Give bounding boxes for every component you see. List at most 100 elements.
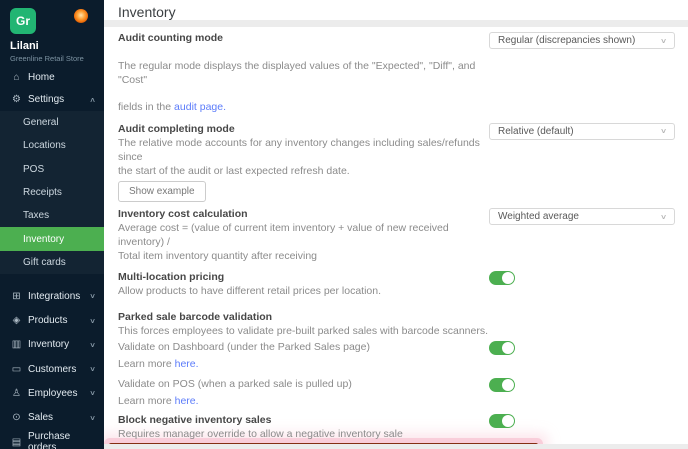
sidebar-item-sales[interactable]: ⊙ Sales ∨ xyxy=(0,406,104,430)
sidebar-item-purchase-orders[interactable]: ▤ Purchase orders xyxy=(0,430,104,449)
sidebar-item-label: Locations xyxy=(23,140,66,152)
show-example-button[interactable]: Show example xyxy=(118,181,206,203)
sidebar-item-label: Gift cards xyxy=(23,256,66,268)
setting-title: Parked sale barcode validation xyxy=(118,310,273,323)
setting-audit-completing-mode: Audit completing mode The relative mode … xyxy=(118,122,675,203)
setting-audit-counting-mode: Audit counting mode The regular mode dis… xyxy=(118,32,675,115)
sidebar-item-taxes[interactable]: Taxes xyxy=(0,204,104,227)
store-logo-text: Gr xyxy=(15,14,30,28)
setting-automatic-restock-annotation-box: Automatic restock for refunded cannabis … xyxy=(109,443,538,444)
customer-card-icon: ▭ xyxy=(11,363,22,375)
setting-description: The relative mode accounts for any inven… xyxy=(118,136,480,177)
sidebar-item-home[interactable]: ⌂ Home xyxy=(0,67,104,88)
chevron-up-icon: ∧ xyxy=(89,96,96,104)
sidebar-item-employees[interactable]: ♙ Employees ∨ xyxy=(0,381,104,405)
setting-title: Multi-location pricing xyxy=(118,270,225,283)
home-icon: ⌂ xyxy=(13,72,20,83)
recording-indicator-icon xyxy=(74,9,88,23)
multi-location-pricing-toggle[interactable] xyxy=(489,270,516,285)
sidebar-item-label: Employees xyxy=(28,387,78,399)
block-negative-inventory-toggle[interactable] xyxy=(489,414,516,429)
setting-block-negative-inventory-sales: Block negative inventory sales Requires … xyxy=(118,414,675,442)
store-logo[interactable]: Gr xyxy=(10,8,36,34)
sidebar-sections: ⊞ Integrations ∨ ◈ Products ∨ ▥ Inventor… xyxy=(0,284,104,449)
sidebar-item-label: Taxes xyxy=(23,210,50,222)
setting-title: Audit counting mode xyxy=(118,32,223,44)
learn-more-text: Learn more xyxy=(118,395,175,408)
setting-title: Audit completing mode xyxy=(118,122,235,135)
sidebar-item-receipts[interactable]: Receipts xyxy=(0,181,104,204)
sub-setting-label: Validate on Dashboard (under the Parked … xyxy=(118,341,370,354)
learn-more-text: Learn more xyxy=(118,358,175,371)
sidebar-item-label: Inventory xyxy=(23,233,65,245)
learn-more-link[interactable]: here. xyxy=(175,395,199,407)
header-divider xyxy=(104,20,688,27)
store-name: Greenline Retail Store xyxy=(10,54,84,63)
sidebar-item-inventory-section[interactable]: ▥ Inventory ∨ xyxy=(0,333,104,357)
sidebar-nav: ⌂ Home ⚙ Settings ∧ General Locations PO… xyxy=(0,67,104,449)
tag-icon: ◈ xyxy=(12,315,21,327)
setting-inventory-cost-calculation: Inventory cost calculation Average cost … xyxy=(118,208,675,263)
chevron-down-icon: ∨ xyxy=(89,317,96,325)
chevron-down-icon: ∨ xyxy=(659,37,668,45)
learn-more-line: Learn more here. xyxy=(118,395,675,407)
sidebar-item-inventory-active[interactable]: Inventory xyxy=(0,227,104,251)
audit-completing-mode-select[interactable]: Relative (default) ∨ xyxy=(489,122,675,140)
toggle-knob xyxy=(502,415,515,428)
dollar-circle-icon: ⊙ xyxy=(12,412,21,424)
audit-counting-mode-select[interactable]: Regular (discrepancies shown) ∨ xyxy=(489,32,675,49)
sidebar-item-label: Integrations xyxy=(28,290,81,302)
sidebar-item-label: Home xyxy=(28,72,55,83)
setting-description: Average cost = (value of current item in… xyxy=(118,222,449,262)
chevron-down-icon: ∨ xyxy=(89,414,96,422)
validate-on-dashboard-toggle[interactable] xyxy=(489,341,516,356)
chevron-down-icon: ∨ xyxy=(659,213,668,221)
page-header: Inventory xyxy=(104,0,688,20)
chevron-down-icon: ∨ xyxy=(89,293,96,301)
sidebar-item-label: Products xyxy=(28,315,68,327)
description-text: fields in the xyxy=(118,101,175,114)
clipboard-icon: ▤ xyxy=(11,436,22,448)
sidebar-item-general[interactable]: General xyxy=(0,111,104,134)
main-panel: Inventory Audit counting mode The regula… xyxy=(104,0,688,449)
setting-description: Allow products to have different retail … xyxy=(118,284,382,297)
chevron-down-icon: ∨ xyxy=(89,341,96,349)
sidebar-item-label: Settings xyxy=(28,94,65,105)
validate-on-pos-toggle[interactable] xyxy=(489,378,516,393)
setting-parked-sale-barcode-validation: Parked sale barcode validation This forc… xyxy=(118,310,675,407)
learn-more-link[interactable]: here. xyxy=(175,358,199,370)
validate-on-pos-setting: Validate on POS (when a parked sale is p… xyxy=(118,378,675,407)
sidebar-item-label: Sales xyxy=(28,412,54,424)
sidebar-item-locations[interactable]: Locations xyxy=(0,134,104,157)
toggle-knob xyxy=(502,271,515,284)
sidebar-item-gift-cards[interactable]: Gift cards xyxy=(0,251,104,274)
sidebar-item-label: Receipts xyxy=(23,187,62,199)
person-icon: ♙ xyxy=(12,387,21,399)
sidebar-item-pos[interactable]: POS xyxy=(0,158,104,181)
sidebar-item-customers[interactable]: ▭ Customers ∨ xyxy=(0,357,104,381)
setting-description: The regular mode displays the displayed … xyxy=(118,46,489,115)
settings-submenu: General Locations POS Receipts Taxes Inv… xyxy=(0,111,104,274)
setting-title: Block negative inventory sales xyxy=(118,414,272,427)
audit-page-link[interactable]: audit page. xyxy=(174,101,226,113)
chevron-down-icon: ∨ xyxy=(89,390,96,398)
footer-divider xyxy=(104,444,688,449)
inventory-cost-calculation-select[interactable]: Weighted average ∨ xyxy=(489,208,675,226)
sidebar-item-label: General xyxy=(23,117,59,129)
boxes-icon: ▥ xyxy=(11,339,22,351)
sidebar-item-settings[interactable]: ⚙ Settings ∧ xyxy=(0,88,104,111)
sidebar-item-products[interactable]: ◈ Products ∨ xyxy=(0,308,104,332)
learn-more-line: Learn more here. xyxy=(118,358,675,370)
selected-value: Weighted average xyxy=(498,211,579,223)
page-title: Inventory xyxy=(118,4,176,20)
setting-title: Inventory cost calculation xyxy=(118,208,248,221)
validate-on-dashboard-setting: Validate on Dashboard (under the Parked … xyxy=(118,341,675,370)
sidebar-item-integrations[interactable]: ⊞ Integrations ∨ xyxy=(0,284,104,308)
chevron-down-icon: ∨ xyxy=(89,366,96,374)
selected-value: Relative (default) xyxy=(498,125,574,137)
toggle-knob xyxy=(502,379,515,392)
sidebar-item-label: Inventory xyxy=(28,339,70,351)
gear-icon: ⚙ xyxy=(12,94,21,105)
setting-description: This forces employees to validate pre-bu… xyxy=(118,324,489,337)
description-text: The regular mode displays the displayed … xyxy=(118,59,476,86)
